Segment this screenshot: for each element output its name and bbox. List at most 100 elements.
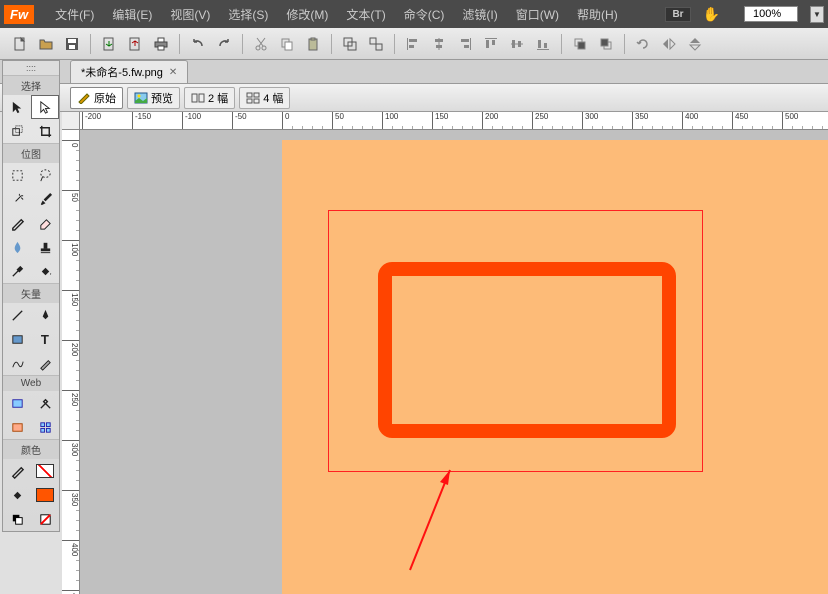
brush-tool[interactable]	[31, 187, 59, 211]
pencil-icon	[77, 92, 91, 104]
ungroup-button[interactable]	[364, 32, 388, 56]
menu-edit[interactable]: 编辑(E)	[103, 6, 161, 23]
canvas-viewport[interactable]	[80, 130, 828, 594]
ruler-horizontal[interactable]: 0501001502002503003504004505005506006507…	[80, 112, 828, 130]
group-button[interactable]	[338, 32, 362, 56]
view-original-button[interactable]: 原始	[70, 87, 123, 109]
pen-tool[interactable]	[31, 303, 59, 327]
image-icon	[134, 92, 148, 104]
subselect-tool[interactable]	[31, 95, 59, 119]
tab-title: *未命名-5.fw.png	[81, 64, 163, 80]
align-right-button[interactable]	[453, 32, 477, 56]
scale-tool[interactable]	[3, 119, 31, 143]
fill-swatch[interactable]	[31, 483, 59, 507]
slice-tool[interactable]	[31, 391, 59, 415]
export-button[interactable]	[123, 32, 147, 56]
paste-button[interactable]	[301, 32, 325, 56]
document-tab[interactable]: *未命名-5.fw.png ✕	[70, 60, 188, 83]
menu-view[interactable]: 视图(V)	[161, 6, 219, 23]
wand-tool[interactable]	[3, 187, 31, 211]
toolbox-web-label: Web	[3, 376, 59, 391]
pencil-tool[interactable]	[3, 211, 31, 235]
cut-button[interactable]	[249, 32, 273, 56]
separator	[561, 34, 562, 54]
eraser-tool[interactable]	[31, 211, 59, 235]
blur-tool[interactable]	[3, 235, 31, 259]
flip-v-button[interactable]	[683, 32, 707, 56]
ruler-vertical[interactable]: 050100150200250300350400450	[62, 130, 80, 594]
send-back-button[interactable]	[594, 32, 618, 56]
lasso-tool[interactable]	[31, 163, 59, 187]
toolbox-vector-label: 矢量	[3, 284, 59, 303]
menu-select[interactable]: 选择(S)	[219, 6, 277, 23]
zoom-input[interactable]: 100%	[744, 6, 798, 22]
view-preview-button[interactable]: 预览	[127, 87, 180, 109]
toolbox-bitmap-label: 位图	[3, 144, 59, 163]
hotspot-tool[interactable]	[3, 391, 31, 415]
menu-file[interactable]: 文件(F)	[46, 6, 103, 23]
svg-text:T: T	[40, 332, 48, 347]
rectangle-tool[interactable]	[3, 327, 31, 351]
pointer-tool[interactable]	[3, 95, 31, 119]
workspace: 0501001502002503003504004505005506006507…	[62, 112, 828, 594]
menubar: Fw 文件(F) 编辑(E) 视图(V) 选择(S) 修改(M) 文本(T) 命…	[0, 0, 828, 28]
hide-slice-tool[interactable]	[3, 415, 31, 439]
copy-button[interactable]	[275, 32, 299, 56]
separator	[394, 34, 395, 54]
bucket-tool[interactable]	[31, 259, 59, 283]
flip-h-button[interactable]	[657, 32, 681, 56]
marquee-tool[interactable]	[3, 163, 31, 187]
default-colors[interactable]	[3, 507, 31, 531]
main-toolbar	[0, 28, 828, 60]
save-button[interactable]	[60, 32, 84, 56]
app-logo: Fw	[4, 5, 34, 24]
view-4up-button[interactable]: 4 幅	[239, 87, 290, 109]
text-tool[interactable]: T	[31, 327, 59, 351]
rotate-button[interactable]	[631, 32, 655, 56]
toolbox-panel: :::: 选择 位图 矢量 T	[2, 60, 60, 532]
menu-help[interactable]: 帮助(H)	[568, 6, 627, 23]
align-left-button[interactable]	[401, 32, 425, 56]
hand-icon[interactable]: ✋	[703, 6, 720, 23]
align-top-button[interactable]	[479, 32, 503, 56]
bridge-button[interactable]: Br	[665, 7, 690, 22]
stamp-tool[interactable]	[31, 235, 59, 259]
stroke-color[interactable]	[3, 459, 31, 483]
menu-commands[interactable]: 命令(C)	[395, 6, 454, 23]
toolbox-grip[interactable]: ::::	[3, 61, 59, 76]
menu-window[interactable]: 窗口(W)	[507, 6, 568, 23]
bring-front-button[interactable]	[568, 32, 592, 56]
separator	[90, 34, 91, 54]
menu-modify[interactable]: 修改(M)	[277, 6, 337, 23]
no-color[interactable]	[31, 507, 59, 531]
show-slice-tool[interactable]	[31, 415, 59, 439]
print-button[interactable]	[149, 32, 173, 56]
open-button[interactable]	[34, 32, 58, 56]
menu-text[interactable]: 文本(T)	[337, 6, 394, 23]
zoom-dropdown[interactable]: ▼	[810, 6, 824, 23]
view-mode-bar: 原始 预览 2 幅 4 幅	[0, 84, 828, 112]
separator	[242, 34, 243, 54]
menu-filters[interactable]: 滤镜(I)	[453, 6, 506, 23]
view-2up-button[interactable]: 2 幅	[184, 87, 235, 109]
line-tool[interactable]	[3, 303, 31, 327]
crop-tool[interactable]	[31, 119, 59, 143]
eyedropper-tool[interactable]	[3, 259, 31, 283]
align-center-v-button[interactable]	[505, 32, 529, 56]
toolbox-color-label: 颜色	[3, 440, 59, 459]
knife-tool[interactable]	[31, 351, 59, 375]
close-icon[interactable]: ✕	[169, 67, 177, 78]
freeform-tool[interactable]	[3, 351, 31, 375]
separator	[331, 34, 332, 54]
fill-color[interactable]	[3, 483, 31, 507]
import-button[interactable]	[97, 32, 121, 56]
align-center-h-button[interactable]	[427, 32, 451, 56]
redo-button[interactable]	[212, 32, 236, 56]
ruler-origin[interactable]	[62, 112, 80, 130]
undo-button[interactable]	[186, 32, 210, 56]
stroke-swatch[interactable]	[31, 459, 59, 483]
align-bottom-button[interactable]	[531, 32, 555, 56]
rounded-rectangle-shape[interactable]	[378, 262, 676, 438]
separator	[624, 34, 625, 54]
new-button[interactable]	[8, 32, 32, 56]
